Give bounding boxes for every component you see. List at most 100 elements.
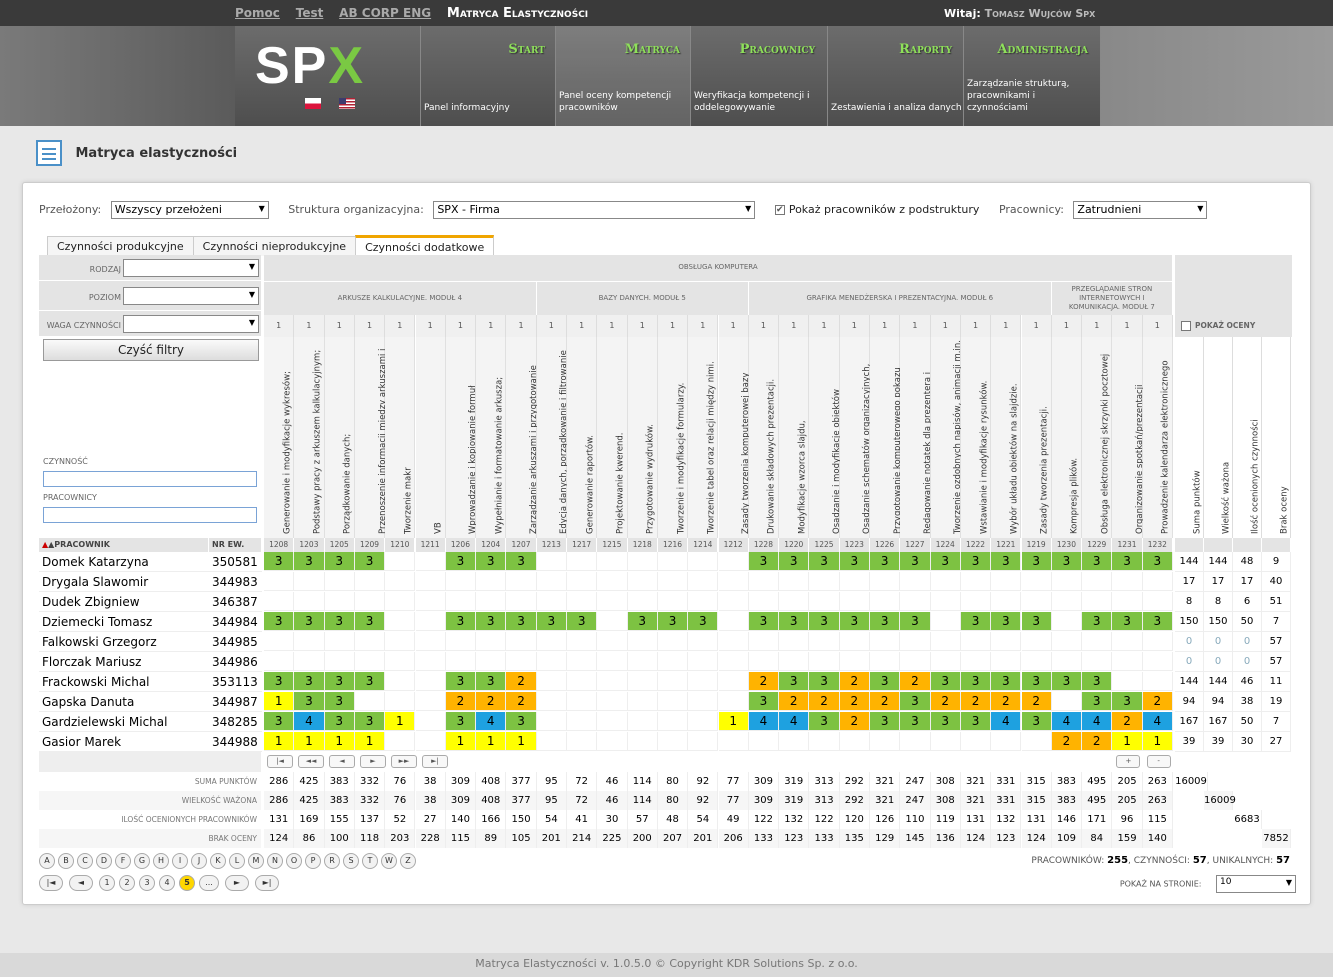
grade-cell[interactable] bbox=[1051, 692, 1083, 711]
grade-cell[interactable] bbox=[718, 632, 749, 651]
grade-cell[interactable] bbox=[718, 652, 749, 671]
grade-cell[interactable] bbox=[385, 612, 416, 631]
pager-first-button[interactable]: |◄ bbox=[267, 755, 293, 768]
grade-cell[interactable]: 3 bbox=[264, 612, 295, 631]
activity-filter-input[interactable] bbox=[43, 471, 257, 487]
employees-select[interactable]: Zatrudnieni bbox=[1073, 201, 1208, 219]
grade-cell[interactable] bbox=[688, 592, 719, 611]
grade-cell[interactable] bbox=[748, 632, 780, 651]
page-first-button[interactable]: |◄ bbox=[39, 875, 63, 891]
rodzaj-select[interactable] bbox=[123, 259, 259, 277]
grade-cell[interactable] bbox=[597, 672, 628, 691]
activity-column-header[interactable]: Przygotowanie wydruków. bbox=[627, 337, 658, 538]
grade-cell[interactable]: 3 bbox=[506, 712, 537, 731]
grade-cell[interactable] bbox=[627, 732, 658, 751]
grade-cell[interactable] bbox=[567, 712, 598, 731]
grade-cell[interactable]: 1 bbox=[264, 732, 295, 751]
grade-cell[interactable] bbox=[657, 672, 689, 691]
activity-column-header[interactable]: Tworzenie tabel oraz relacji między nimi… bbox=[688, 337, 719, 538]
grade-cell[interactable] bbox=[960, 732, 992, 751]
grade-cell[interactable] bbox=[657, 552, 689, 571]
grade-cell[interactable] bbox=[627, 692, 658, 711]
nav-start[interactable]: Start Panel informacyjny bbox=[420, 26, 555, 126]
grade-cell[interactable]: 3 bbox=[960, 672, 992, 691]
grade-cell[interactable] bbox=[1051, 632, 1083, 651]
grade-cell[interactable]: 2 bbox=[445, 692, 477, 711]
letter-filter-a[interactable]: A bbox=[39, 853, 55, 869]
grade-cell[interactable] bbox=[476, 592, 507, 611]
grade-cell[interactable]: 3 bbox=[870, 672, 901, 691]
grade-cell[interactable] bbox=[1082, 652, 1113, 671]
employee-name[interactable]: Gasior Marek bbox=[39, 732, 209, 752]
grade-cell[interactable] bbox=[294, 572, 325, 591]
grade-cell[interactable] bbox=[718, 692, 749, 711]
grade-cell[interactable]: 2 bbox=[1142, 692, 1173, 711]
grade-cell[interactable] bbox=[627, 572, 658, 591]
grade-cell[interactable] bbox=[536, 632, 567, 651]
letter-filter-d[interactable]: D bbox=[96, 853, 112, 869]
grade-cell[interactable]: 4 bbox=[294, 712, 325, 731]
activity-column-header[interactable]: Przenoszenie informacji między arkuszami… bbox=[354, 337, 397, 538]
grade-cell[interactable] bbox=[748, 652, 780, 671]
grade-cell[interactable]: 1 bbox=[445, 732, 477, 751]
grade-cell[interactable] bbox=[324, 572, 355, 591]
activity-column-header[interactable]: Redagowanie notatek dla prezentera i mat… bbox=[900, 337, 942, 538]
grade-cell[interactable]: 3 bbox=[930, 712, 961, 731]
activity-column-header[interactable]: Obsługa elektronicznej skrzynki pocztowe… bbox=[1082, 337, 1113, 538]
grade-cell[interactable]: 4 bbox=[748, 712, 780, 731]
grade-cell[interactable] bbox=[294, 632, 325, 651]
nav-administracja[interactable]: Administracja Zarządzanie strukturą, prac… bbox=[963, 26, 1098, 126]
grade-cell[interactable] bbox=[1051, 612, 1083, 631]
grade-cell[interactable] bbox=[870, 652, 901, 671]
grade-cell[interactable]: 3 bbox=[294, 692, 325, 711]
tab-additional[interactable]: Czynności dodatkowe bbox=[355, 235, 495, 256]
grade-cell[interactable]: 3 bbox=[1082, 612, 1113, 631]
show-sub-checkbox[interactable]: ✔ bbox=[774, 205, 785, 215]
pager-last-button[interactable]: ►| bbox=[422, 755, 448, 768]
pager-next-page-button[interactable]: ►► bbox=[391, 755, 417, 768]
grade-cell[interactable]: 3 bbox=[870, 552, 901, 571]
employee-name[interactable]: Domek Katarzyna bbox=[39, 552, 209, 572]
grade-cell[interactable] bbox=[688, 712, 719, 731]
grade-cell[interactable]: 3 bbox=[1082, 672, 1113, 691]
grade-cell[interactable]: 2 bbox=[1051, 732, 1083, 751]
grade-cell[interactable]: 4 bbox=[1142, 712, 1173, 731]
grade-cell[interactable] bbox=[597, 632, 628, 651]
activity-column-header[interactable]: Porządkowanie danych; bbox=[324, 337, 355, 538]
letter-filter-z[interactable]: Z bbox=[400, 853, 416, 869]
grade-cell[interactable]: 3 bbox=[567, 612, 598, 631]
grade-cell[interactable]: 3 bbox=[1051, 672, 1083, 691]
page-4-button[interactable]: 4 bbox=[159, 875, 175, 891]
grade-cell[interactable] bbox=[264, 592, 295, 611]
grade-cell[interactable] bbox=[1021, 652, 1052, 671]
grade-cell[interactable]: 3 bbox=[1082, 552, 1113, 571]
grade-cell[interactable] bbox=[567, 632, 598, 651]
grade-cell[interactable] bbox=[567, 592, 598, 611]
grade-cell[interactable] bbox=[415, 632, 446, 651]
grade-cell[interactable] bbox=[536, 732, 567, 751]
employee-name[interactable]: Falkowski Grzegorz bbox=[39, 632, 209, 652]
nav-matryca[interactable]: Matryca Panel oceny kompetencji pracownik… bbox=[555, 26, 690, 126]
grade-cell[interactable]: 3 bbox=[960, 552, 992, 571]
letter-filter-l[interactable]: L bbox=[229, 853, 245, 869]
activity-column-header[interactable]: Tworzenie makr bbox=[385, 337, 416, 538]
grade-cell[interactable] bbox=[1112, 632, 1143, 651]
grade-cell[interactable] bbox=[506, 592, 537, 611]
help-link[interactable]: Pomoc bbox=[235, 6, 280, 20]
grade-cell[interactable] bbox=[536, 672, 567, 691]
grade-cell[interactable]: 3 bbox=[445, 612, 477, 631]
grade-cell[interactable]: 3 bbox=[354, 612, 386, 631]
page-1-button[interactable]: 1 bbox=[99, 875, 115, 891]
page-more-button[interactable]: ... bbox=[199, 875, 219, 891]
grade-cell[interactable]: 2 bbox=[991, 692, 1022, 711]
grade-cell[interactable]: 2 bbox=[900, 672, 931, 691]
grade-cell[interactable] bbox=[718, 732, 749, 751]
test-link[interactable]: Test bbox=[296, 6, 324, 20]
letter-filter-o[interactable]: O bbox=[286, 853, 302, 869]
grade-cell[interactable] bbox=[354, 652, 386, 671]
user-name[interactable]: Tomasz Wujców Spx bbox=[985, 7, 1096, 20]
grade-cell[interactable] bbox=[415, 652, 446, 671]
grade-cell[interactable] bbox=[839, 732, 870, 751]
grade-cell[interactable] bbox=[1021, 572, 1052, 591]
grade-cell[interactable] bbox=[991, 592, 1022, 611]
